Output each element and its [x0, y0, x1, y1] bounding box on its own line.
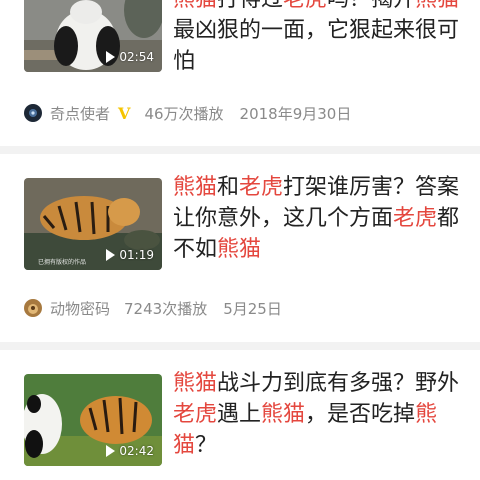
thumbnail-watermark: 已拥有版权的作品	[38, 259, 87, 266]
video-thumbnail-2[interactable]: 已拥有版权的作品 01:19	[24, 178, 162, 270]
avatar[interactable]	[24, 104, 42, 122]
title-text-segment: ，是否吃掉	[305, 402, 416, 427]
publish-date: 5月25日	[223, 299, 282, 318]
verified-badge-icon: V	[118, 103, 131, 123]
title-keyword-highlight: 熊猫	[415, 0, 459, 12]
play-icon	[106, 249, 116, 261]
title-keyword-highlight: 熊猫	[173, 371, 218, 396]
video-meta-1: 奇点使者 V 46万次播放 2018年9月30日	[24, 103, 351, 123]
video-card-1[interactable]: 02:54 熊猫打得过老虎吗？揭开熊猫最凶狠的一面，它狠起来很可怕 奇点使者 V…	[0, 0, 480, 146]
title-keyword-highlight: 熊猫	[217, 237, 262, 262]
title-text-segment: 打得过	[217, 0, 283, 12]
card-separator	[0, 146, 480, 154]
title-keyword-highlight: 熊猫	[173, 175, 218, 200]
play-icon	[106, 51, 116, 63]
title-keyword-highlight: 熊猫	[261, 402, 306, 427]
title-keyword-highlight: 老虎	[239, 175, 284, 200]
publish-date: 2018年9月30日	[239, 104, 352, 123]
video-title-2[interactable]: 熊猫和老虎打架谁厉害？答案让你意外，这几个方面老虎都不如熊猫	[173, 172, 463, 265]
video-thumbnail-3[interactable]: 02:42	[24, 374, 162, 466]
title-text-segment: 遇上	[217, 402, 262, 427]
title-text-segment: 和	[217, 175, 240, 200]
video-card-3[interactable]: 02:42 熊猫战斗力到底有多强？野外老虎遇上熊猫，是否吃掉熊猫？	[0, 350, 480, 480]
duration-badge: 02:54	[106, 50, 154, 64]
duration-text: 02:54	[119, 50, 154, 64]
duration-text: 01:19	[119, 248, 154, 262]
duration-badge: 01:19	[106, 248, 154, 262]
play-count: 46万次播放	[144, 104, 224, 123]
video-thumbnail-1[interactable]: 02:54	[24, 0, 162, 72]
duration-text: 02:42	[119, 444, 154, 458]
title-text-segment: 最凶狠的一面，它狠起来很可怕	[173, 18, 460, 74]
video-card-2[interactable]: 已拥有版权的作品 01:19 熊猫和老虎打架谁厉害？答案让你意外，这几个方面老虎…	[0, 154, 480, 342]
title-text-segment: ？	[195, 433, 218, 458]
title-keyword-highlight: 老虎	[283, 0, 327, 12]
title-keyword-highlight: 熊猫	[173, 0, 217, 12]
duration-badge: 02:42	[106, 444, 154, 458]
title-keyword-highlight: 老虎	[393, 206, 438, 231]
author-name[interactable]: 奇点使者	[50, 103, 110, 124]
video-title-1[interactable]: 熊猫打得过老虎吗？揭开熊猫最凶狠的一面，它狠起来很可怕	[173, 0, 463, 77]
video-title-3[interactable]: 熊猫战斗力到底有多强？野外老虎遇上熊猫，是否吃掉熊猫？	[173, 368, 463, 461]
play-icon	[106, 445, 116, 457]
play-count: 7243次播放	[124, 299, 208, 318]
title-text-segment: 吗？揭开	[327, 0, 415, 12]
title-keyword-highlight: 老虎	[173, 402, 218, 427]
title-text-segment: 战斗力到底有多强？野外	[217, 371, 460, 396]
video-meta-2: 动物密码 7243次播放 5月25日	[24, 298, 282, 318]
avatar[interactable]	[24, 299, 42, 317]
card-separator	[0, 342, 480, 350]
author-name[interactable]: 动物密码	[50, 298, 110, 319]
